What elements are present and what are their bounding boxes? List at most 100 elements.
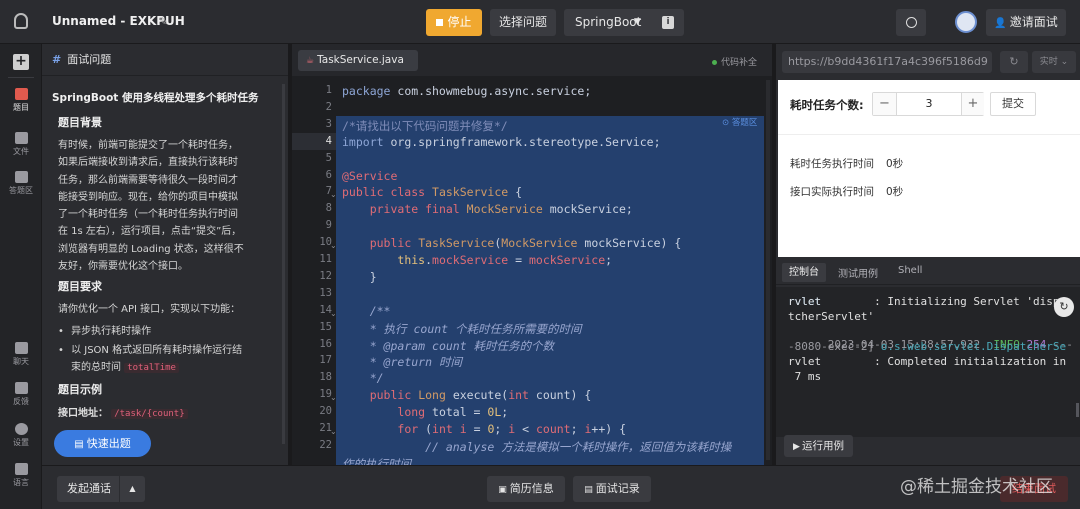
refresh-icon: ↻ bbox=[1009, 55, 1019, 68]
rail-item-files[interactable]: 文件 bbox=[0, 132, 42, 157]
code-line[interactable]: */ bbox=[342, 371, 384, 385]
line-number: 9 bbox=[325, 219, 332, 232]
code-line[interactable]: private final MockService mockService; bbox=[342, 202, 633, 216]
code-line[interactable]: } bbox=[342, 270, 377, 284]
background-text: 有时候，前端可能提交了一个耗时任务， 如果后端接收到请求后，直接执行该耗时 任务… bbox=[58, 140, 244, 273]
task-count-input[interactable]: 3 bbox=[897, 93, 961, 115]
task-count-label: 耗时任务个数: bbox=[790, 98, 864, 112]
add-icon[interactable]: + bbox=[13, 54, 29, 70]
app-logo-icon[interactable] bbox=[14, 13, 28, 29]
preview-page: 耗时任务个数: − 3 + 提交 耗时任务执行时间 0秒 接口实际执行时间 0秒 bbox=[778, 80, 1080, 257]
problem-panel: # 面试问题 SpringBoot 使用多线程处理多个耗时任务 题目背景 有时候，… bbox=[42, 44, 288, 465]
folder-icon bbox=[14, 132, 28, 144]
submit-button[interactable]: 提交 bbox=[990, 92, 1036, 116]
console-line: -8080-exec-2] o.s.web.servlet.Dispatcher… bbox=[788, 340, 1067, 353]
invite-button[interactable]: 👤 邀请面试 bbox=[986, 9, 1066, 36]
rail-item-language[interactable]: 语言 bbox=[0, 463, 42, 488]
answer-area-marker: ⊙ 答题区 bbox=[722, 118, 758, 128]
fold-chevron-icon[interactable]: ⌄ bbox=[330, 309, 337, 318]
code-line[interactable]: * @return 时间 bbox=[342, 354, 462, 370]
line-number: 10 bbox=[319, 236, 332, 249]
console-output: rvlet rvlet : Initializing Servlet 'dispa… bbox=[776, 287, 1080, 437]
decrement-button[interactable]: − bbox=[873, 93, 897, 115]
info-icon[interactable]: i bbox=[662, 16, 674, 29]
refresh-button[interactable]: ↻ bbox=[1000, 51, 1028, 73]
line-number: 6 bbox=[325, 168, 332, 181]
edit-title-icon[interactable]: ✎ bbox=[159, 15, 168, 28]
console-scrollbar[interactable] bbox=[1076, 403, 1079, 417]
code-line[interactable]: * @param count 耗时任务的个数 bbox=[342, 338, 554, 354]
avatar[interactable] bbox=[955, 11, 977, 33]
fold-chevron-icon[interactable]: ⌄ bbox=[330, 427, 337, 436]
code-line[interactable]: this.mockService = mockService; bbox=[342, 253, 612, 267]
code-line[interactable]: /** bbox=[342, 304, 391, 318]
line-number: 19 bbox=[319, 388, 332, 401]
chat-icon bbox=[14, 342, 28, 354]
code-line[interactable]: * 执行 count 个耗时任务所需要的时间 bbox=[342, 321, 582, 337]
preview-url-bar[interactable]: https://b9dd4361f17a4c396f5186d9 bbox=[782, 51, 992, 73]
line-number: 11 bbox=[319, 253, 332, 265]
rail-item-feedback[interactable]: 反馈 bbox=[0, 382, 42, 407]
actual-time-value: 0秒 bbox=[886, 186, 904, 198]
tab-shell[interactable]: Shell bbox=[898, 265, 922, 276]
rail-item-problem[interactable]: 题目 bbox=[0, 88, 42, 113]
rail-item-chat[interactable]: 聊天 bbox=[0, 342, 42, 367]
code-line[interactable]: for (int i = 0; i < count; i++) { bbox=[342, 422, 626, 436]
stop-button[interactable]: 停止 bbox=[426, 9, 482, 36]
fold-chevron-icon[interactable]: ⌄ bbox=[330, 393, 337, 402]
start-call-button[interactable]: 发起通话 ▲ bbox=[57, 476, 145, 502]
problem-scrollbar[interactable] bbox=[282, 84, 285, 444]
line-number: 5 bbox=[325, 151, 332, 164]
quick-problem-button[interactable]: ▤ 快速出题 bbox=[54, 430, 151, 457]
rail-item-settings[interactable]: 设置 bbox=[0, 423, 42, 448]
line-number: 7 bbox=[325, 185, 332, 198]
chevron-up-icon[interactable]: ▲ bbox=[119, 476, 145, 502]
code-line[interactable]: public Long execute(int count) { bbox=[342, 388, 592, 402]
line-number: 14 bbox=[319, 303, 332, 316]
code-line[interactable]: /*请找出以下代码问题并修复*/ bbox=[342, 118, 508, 134]
api-address: 接口地址： /task/{count} bbox=[58, 404, 188, 419]
chevron-down-icon: ⌄ bbox=[1060, 57, 1069, 67]
fold-chevron-icon[interactable]: ⌄ bbox=[330, 190, 337, 199]
select-problem-button[interactable]: 选择问题 bbox=[490, 9, 556, 36]
interview-records-button[interactable]: ▤ 面试记录 bbox=[573, 476, 651, 502]
task-count-stepper[interactable]: − 3 + bbox=[872, 92, 984, 116]
line-number: 13 bbox=[319, 286, 332, 299]
line-number: 2 bbox=[325, 100, 332, 113]
requirement-item: • 以 JSON 格式返回所有耗时操作运行结 束的总时间 totalTime bbox=[58, 345, 243, 373]
chevron-down-icon: ▼ bbox=[634, 17, 641, 27]
requirements-heading: 题目要求 bbox=[58, 280, 102, 293]
status-dot-icon bbox=[712, 60, 717, 65]
code-completion-toggle[interactable]: 代码补全 bbox=[712, 55, 757, 68]
resume-button[interactable]: ▣ 简历信息 bbox=[487, 476, 565, 502]
editor-scrollbar[interactable] bbox=[766, 80, 770, 460]
timer-button[interactable] bbox=[896, 9, 926, 36]
bottom-bar: 发起通话 ▲ ▣ 简历信息 ▤ 面试记录 结束面试 @稀土掘金技术社区 bbox=[42, 465, 1080, 509]
code-line[interactable]: public TaskService(MockService mockServi… bbox=[342, 236, 682, 250]
code-line[interactable]: package com.showmebug.async.service; bbox=[342, 84, 591, 98]
fold-chevron-icon[interactable]: ⌄ bbox=[330, 241, 337, 250]
problem-title: SpringBoot 使用多线程处理多个耗时任务 bbox=[52, 92, 259, 104]
code-line[interactable]: // analyse 方法是模拟一个耗时操作，返回值为该耗时操 bbox=[342, 439, 731, 455]
realtime-select[interactable]: 实时 ⌄ bbox=[1032, 51, 1076, 73]
clock-icon bbox=[905, 17, 917, 28]
tab-test-cases[interactable]: 测试用例 bbox=[838, 265, 878, 280]
tab-console[interactable]: 控制台 bbox=[782, 263, 826, 282]
scroll-to-bottom-icon[interactable]: ↻ bbox=[1054, 297, 1074, 317]
resume-icon: ▣ bbox=[498, 485, 507, 495]
watermark: @稀土掘金技术社区 bbox=[900, 477, 1053, 497]
code-line[interactable]: long total = 0L; bbox=[342, 405, 508, 419]
rail-item-answer-area[interactable]: 答题区 bbox=[0, 171, 42, 196]
line-number: 16 bbox=[319, 337, 332, 350]
line-number: 4 bbox=[325, 134, 332, 147]
language-select[interactable]: SpringBoot ▼ i bbox=[564, 9, 684, 36]
code-line[interactable]: public class TaskService { bbox=[342, 185, 522, 199]
top-bar: Unnamed - EXKPUH ✎ 停止 选择问题 SpringBoot ▼ … bbox=[0, 0, 1080, 44]
language-icon bbox=[14, 463, 28, 475]
run-cases-button[interactable]: ▶ 运行用例 bbox=[784, 435, 853, 457]
tab-taskservice-java[interactable]: ☕ TaskService.java bbox=[298, 50, 418, 71]
increment-button[interactable]: + bbox=[961, 93, 984, 115]
code-line[interactable]: @Service bbox=[342, 169, 397, 183]
code-line[interactable]: import org.springframework.stereotype.Se… bbox=[342, 135, 661, 149]
line-number: 12 bbox=[319, 269, 332, 282]
